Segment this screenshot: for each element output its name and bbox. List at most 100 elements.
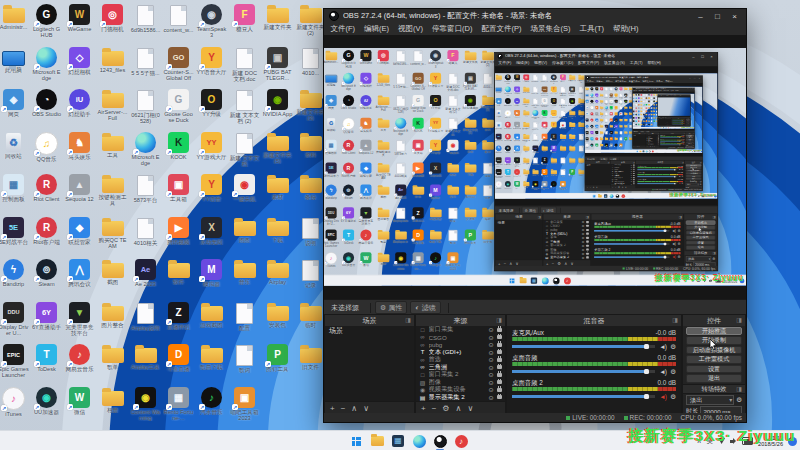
desktop-icon[interactable]: iU↗幻想助手 (358, 95, 374, 110)
desktop-icon[interactable]: 安装包 (262, 302, 293, 328)
desktop-icon[interactable]: ◉↗TeamSpeak 3 (549, 74, 558, 84)
lock-icon[interactable] (497, 373, 502, 377)
speaker-icon[interactable]: ◄) (678, 176, 681, 178)
desktop-icon[interactable]: 此电脑 (495, 86, 503, 93)
desktop-icon[interactable]: ◈↗网页 (495, 98, 503, 106)
desktop-icon[interactable]: 5E↗5E对战平台 (324, 162, 339, 177)
speaker-muted-icon[interactable]: ◄) (671, 255, 676, 259)
scene-item[interactable]: 场景 (658, 119, 665, 120)
eye-icon[interactable]: ⊙ (488, 341, 493, 348)
desktop-icon[interactable]: Y↗YY语音 (196, 174, 227, 202)
desktop-icon[interactable]: 新建 DOC 文档.doc (229, 47, 260, 82)
speaker-icon[interactable]: ◄) (658, 343, 667, 350)
desktop-icon[interactable]: ▦↗控制面板 (495, 122, 503, 130)
desktop-icon[interactable]: ◉↗一键关机 (559, 122, 568, 130)
desktop-icon[interactable]: ◔↗OBS Studio (340, 95, 356, 110)
gear-icon[interactable]: ⚙ (678, 242, 681, 246)
desktop-icon[interactable]: ♻回收站 (495, 110, 503, 118)
desktop-icon[interactable]: ▣↗唱吧工具箱2023 (559, 181, 568, 191)
desktop-icon[interactable]: YY↗YY游戏大厅 (549, 110, 558, 118)
desktop-icon[interactable]: ⋀↗腾讯会议 (64, 259, 95, 287)
volume-slider[interactable] (594, 256, 670, 257)
desktop-icon[interactable]: 图片整合 (522, 157, 531, 164)
desktop-icon[interactable]: 歌词 (559, 169, 568, 177)
desktop-icon[interactable]: T↗ToDesk (31, 344, 62, 372)
desktop-icon[interactable]: 音乐 (559, 145, 568, 152)
source-row[interactable]: ∞三角洲⊙ (416, 364, 505, 372)
desktop-icon[interactable]: 配置 (229, 302, 260, 331)
desktop-icon[interactable]: Y↗YY语音 (427, 140, 443, 155)
toolbar-button[interactable]: ∧ (456, 404, 462, 413)
sources-list[interactable]: □窗口采集⊙∞CSGO⊙∞pubg⊙T文本 (GDI+)⊙∞首选⊙∞三角洲⊙□窗… (543, 220, 590, 260)
desktop-icon[interactable]: Airplay说明 (393, 207, 409, 222)
desktop-icon[interactable]: ▲↗Sequoia 12 (358, 140, 374, 155)
desktop-icon[interactable]: 购买QC TEAM (375, 162, 391, 179)
lock-icon[interactable] (586, 245, 589, 247)
obs-preview[interactable]: Administr...G↗Logitech G HUBW↗WeGame◎↗门德… (495, 66, 718, 205)
minimize-button[interactable]: – (694, 12, 707, 21)
desktop-icon[interactable]: ▦↗Rento Fortune-... (540, 181, 549, 191)
desktop-icon[interactable]: DDU↗Display Driver U... (324, 207, 339, 225)
lock-icon[interactable] (586, 237, 589, 239)
control-button[interactable]: 开始推流 (686, 327, 742, 336)
desktop-icon[interactable]: ▦↗Rento Fortune-... (410, 252, 426, 270)
desktop-icon[interactable]: 下载 (262, 217, 293, 243)
desktop-icon[interactable]: 4010... (295, 47, 326, 76)
desktop-icon[interactable]: 新建 文本文档 (229, 132, 260, 167)
desktop-icon[interactable]: ◇↗幻想相棋 (64, 47, 95, 75)
taskbar-start-button[interactable] (508, 276, 516, 284)
gear-icon[interactable]: ⚙ (736, 396, 742, 404)
control-button[interactable]: 工作室模式 (686, 235, 716, 240)
desktop-icon[interactable]: ϟ↗Bandizip (495, 145, 503, 153)
desktop-icon[interactable]: X↗永劫无间 (196, 217, 227, 245)
desktop-icon[interactable]: 0621门相(0528) (130, 89, 161, 124)
desktop-icon[interactable]: 图片整合 (97, 302, 128, 328)
desktop-icon[interactable]: 5 5 5子猫... (393, 73, 409, 88)
lock-icon[interactable] (497, 358, 502, 362)
desktop-icon[interactable]: ♫↗QQ音乐 (504, 110, 513, 118)
sources-list[interactable]: □窗口采集⊙∞CSGO⊙∞pubg⊙T文本 (GDI+)⊙∞首选⊙∞三角洲⊙□窗… (646, 135, 659, 146)
desktop-icon[interactable]: Ae↗Ae 2023 (130, 259, 161, 287)
desktop-icon[interactable]: Z↗直播伴侣 (410, 207, 426, 222)
desktop-icon[interactable]: 新建文件夹 (5) (462, 117, 478, 134)
desktop-icon[interactable]: 歌单 (375, 229, 391, 243)
desktop-icon[interactable]: ▦↗控制面板 (324, 140, 339, 155)
desktop-icon[interactable]: Airplay工具 (393, 229, 409, 243)
desktop-icon[interactable]: 按键检测工具 (522, 122, 531, 131)
control-button[interactable]: 设置 (686, 240, 716, 245)
transition-select[interactable]: 淡出 (686, 395, 734, 405)
taskbar-obs[interactable] (648, 150, 650, 152)
desktop-icon[interactable]: ◎↗门德相机 (97, 4, 128, 32)
desktop-icon[interactable]: 软件 (163, 259, 194, 285)
transition-select[interactable]: 淡出 (686, 183, 699, 186)
lock-icon[interactable] (586, 221, 589, 223)
toolbar-button[interactable]: ∨ (467, 404, 473, 413)
taskbar-explorer[interactable] (519, 276, 527, 284)
sources-list[interactable]: □窗口采集⊙∞CSGO⊙∞pubg⊙T文本 (GDI+)⊙∞首选⊙∞三角洲⊙□窗… (416, 326, 505, 402)
desktop-icon[interactable]: 此电脑 (324, 73, 339, 87)
eye-icon[interactable]: ⊙ (488, 386, 493, 393)
desktop-icon[interactable]: 新建 文本文档 (2) (559, 98, 568, 108)
gear-icon[interactable]: ⚙ (681, 176, 683, 178)
desktop-icon[interactable]: R↗Riot Client (504, 122, 513, 130)
desktop-icon[interactable]: 备份 (295, 174, 326, 200)
lock-icon[interactable] (497, 350, 502, 354)
taskbar-music[interactable]: ♪ (668, 127, 669, 128)
desktop-icon[interactable]: 5873平台 (130, 174, 161, 203)
lock-icon[interactable] (497, 365, 502, 369)
toolbar-button[interactable]: ⚙ (442, 404, 449, 413)
desktop-icon[interactable]: 说明 (295, 217, 326, 246)
desktop-icon[interactable]: Z↗直播伴侣 (540, 157, 549, 165)
taskbar-music[interactable]: ♪ (652, 150, 654, 152)
desktop-icon[interactable]: ◔↗OBS Studio (31, 89, 62, 117)
desktop-icon[interactable]: ♪↗iTunes (0, 387, 29, 417)
desktop-icon[interactable]: X↗永劫无间 (427, 162, 443, 177)
desktop-icon[interactable]: ♻回收站 (0, 132, 29, 159)
desktop-icon[interactable]: ♞↗马头娱乐 (358, 117, 374, 132)
desktop-icon[interactable]: ◉↗UU加速器 (504, 181, 513, 189)
desktop-icon[interactable]: 相册 (97, 387, 128, 413)
desktop-icon[interactable]: P↗图钉工具 (462, 229, 478, 244)
menu-item[interactable]: 帮助(H) (609, 23, 643, 35)
source-row[interactable]: □窗口采集 2⊙ (416, 371, 505, 379)
desktop-icon[interactable]: AirServer-...Full (97, 89, 128, 121)
